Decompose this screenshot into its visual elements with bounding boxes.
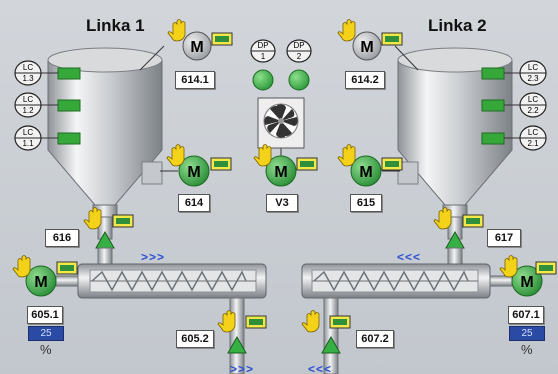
svg-text:LC: LC bbox=[528, 63, 538, 72]
hand-icon bbox=[83, 207, 102, 230]
level-control-lc-2-2[interactable]: LC 2.2 bbox=[519, 92, 547, 118]
svg-text:2.2: 2.2 bbox=[527, 106, 539, 115]
svg-text:2.1: 2.1 bbox=[527, 139, 539, 148]
tag-615: 615 bbox=[350, 194, 382, 212]
level-control-layer: LC 1.3 LC 1.2 LC 1.1 LC 2.3 LC 2.2 LC 2.… bbox=[12, 19, 557, 333]
scada-screen: Linka 1 Linka 2 LC 1.3 LC 1.2 LC 1.1 LC … bbox=[0, 0, 558, 374]
svg-text:M: M bbox=[274, 164, 287, 181]
tag-616: 616 bbox=[45, 229, 79, 247]
tag-614: 614 bbox=[178, 194, 210, 212]
pressure-dp-2[interactable]: DP 2 bbox=[286, 39, 312, 91]
svg-text:LC: LC bbox=[528, 95, 538, 104]
svg-text:M: M bbox=[360, 39, 373, 56]
flow-arrow-bottom-left: >>> bbox=[230, 362, 255, 374]
svg-text:LC: LC bbox=[23, 128, 33, 137]
svg-text:1.2: 1.2 bbox=[22, 106, 34, 115]
svg-text:1.3: 1.3 bbox=[22, 74, 34, 83]
svg-text:LC: LC bbox=[528, 128, 538, 137]
svg-text:M: M bbox=[187, 164, 200, 181]
tag-605-2: 605.2 bbox=[176, 330, 214, 348]
motor-614-2[interactable]: M bbox=[352, 31, 382, 61]
flow-arrow-right-conveyor: <<< bbox=[397, 250, 422, 264]
speed-unit-607-1: % bbox=[521, 342, 533, 357]
hand-icon bbox=[167, 19, 186, 42]
speed-setpoint-607-1[interactable]: 25 bbox=[509, 326, 545, 341]
svg-text:M: M bbox=[520, 274, 533, 291]
hand-icon bbox=[433, 207, 452, 230]
hand-icon bbox=[301, 310, 320, 333]
svg-text:M: M bbox=[359, 164, 372, 181]
hand-icon bbox=[337, 144, 356, 167]
tag-617: 617 bbox=[487, 229, 521, 247]
level-control-lc-1-2[interactable]: LC 1.2 bbox=[14, 92, 42, 118]
motor-605-1[interactable]: M bbox=[25, 265, 57, 297]
tag-607-1: 607.1 bbox=[508, 306, 544, 324]
svg-text:DP: DP bbox=[257, 41, 268, 50]
pressure-dp-1[interactable]: DP 1 bbox=[250, 39, 276, 91]
svg-text:LC: LC bbox=[23, 95, 33, 104]
svg-text:DP: DP bbox=[293, 41, 304, 50]
tag-607-2: 607.2 bbox=[356, 330, 394, 348]
level-control-lc-2-1[interactable]: LC 2.1 bbox=[519, 125, 547, 151]
hand-icon bbox=[499, 255, 518, 278]
tag-605-1: 605.1 bbox=[27, 306, 63, 324]
flow-arrow-left-conveyor: >>> bbox=[141, 250, 166, 264]
hand-icon bbox=[337, 19, 356, 42]
flow-arrow-bottom-right: <<< bbox=[308, 362, 333, 374]
svg-text:2: 2 bbox=[297, 52, 302, 61]
hand-icon bbox=[217, 310, 236, 333]
tag-614-2: 614.2 bbox=[345, 71, 385, 89]
level-control-lc-2-3[interactable]: LC 2.3 bbox=[519, 60, 547, 86]
svg-text:LC: LC bbox=[23, 63, 33, 72]
hand-icon bbox=[12, 255, 31, 278]
speed-unit-605-1: % bbox=[40, 342, 52, 357]
svg-text:1.1: 1.1 bbox=[22, 139, 34, 148]
svg-text:M: M bbox=[190, 39, 203, 56]
svg-text:2.3: 2.3 bbox=[527, 74, 539, 83]
tag-v3: V3 bbox=[266, 194, 298, 212]
hand-icon bbox=[253, 144, 272, 167]
tag-614-1: 614.1 bbox=[175, 71, 215, 89]
svg-text:1: 1 bbox=[261, 52, 266, 61]
svg-text:M: M bbox=[34, 274, 47, 291]
hand-icon bbox=[166, 144, 185, 167]
level-control-lc-1-3[interactable]: LC 1.3 bbox=[14, 60, 42, 86]
speed-setpoint-605-1[interactable]: 25 bbox=[28, 326, 64, 341]
level-control-lc-1-1[interactable]: LC 1.1 bbox=[14, 125, 42, 151]
motor-614-1[interactable]: M bbox=[182, 31, 212, 61]
motor-615[interactable]: M bbox=[350, 155, 382, 187]
